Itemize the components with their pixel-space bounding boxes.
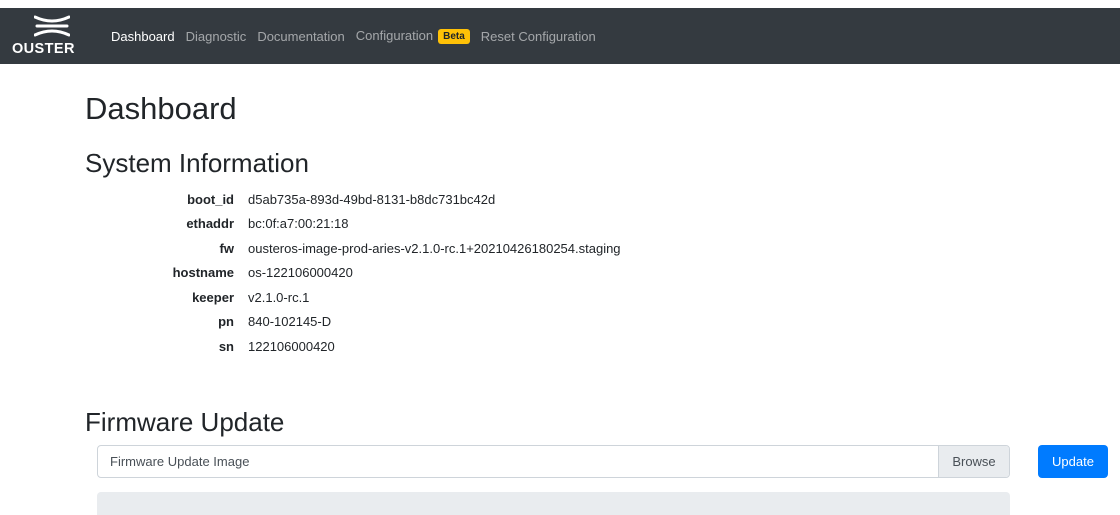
info-value: d5ab735a-893d-49bd-8131-b8dc731bc42d xyxy=(248,191,496,207)
table-row: sn 122106000420 xyxy=(150,334,621,359)
system-info-title: System Information xyxy=(85,148,309,178)
info-value: 122106000420 xyxy=(248,338,335,354)
logo-wordmark: OUSTER xyxy=(12,41,75,57)
table-row: fw ousteros-image-prod-aries-v2.1.0-rc.1… xyxy=(150,236,621,261)
top-navbar: OUSTER Dashboard Diagnostic Documentatio… xyxy=(0,8,1120,64)
info-value: ousteros-image-prod-aries-v2.1.0-rc.1+20… xyxy=(248,240,621,256)
system-info-table: boot_id d5ab735a-893d-49bd-8131-b8dc731b… xyxy=(150,187,621,359)
info-key: keeper xyxy=(192,289,234,305)
nav-dashboard[interactable]: Dashboard xyxy=(111,29,175,44)
info-key: sn xyxy=(218,338,234,354)
nav-menu: Dashboard Diagnostic Documentation Confi… xyxy=(111,8,607,64)
info-value: os-122106000420 xyxy=(248,265,353,281)
info-key: pn xyxy=(218,314,234,330)
firmware-file-input[interactable]: Firmware Update Image Browse xyxy=(97,445,1010,478)
ouster-logo[interactable]: OUSTER xyxy=(12,12,92,60)
info-value: 840-102145-D xyxy=(248,314,332,330)
nav-configuration-label: Configuration xyxy=(355,28,434,43)
nav-reset-configuration[interactable]: Reset Configuration xyxy=(481,29,596,44)
info-value: v2.1.0-rc.1 xyxy=(248,289,310,305)
nav-diagnostic[interactable]: Diagnostic xyxy=(186,29,247,44)
update-progress-area xyxy=(97,492,1010,515)
table-row: boot_id d5ab735a-893d-49bd-8131-b8dc731b… xyxy=(150,187,621,212)
table-row: keeper v2.1.0-rc.1 xyxy=(150,285,621,310)
file-input-label: Firmware Update Image xyxy=(110,454,250,469)
table-row: hostname os-122106000420 xyxy=(150,261,621,286)
firmware-update-title: Firmware Update xyxy=(85,407,285,437)
beta-badge: Beta xyxy=(438,29,470,44)
table-row: ethaddr bc:0f:a7:00:21:18 xyxy=(150,212,621,237)
info-value: bc:0f:a7:00:21:18 xyxy=(248,216,349,232)
table-row: pn 840-102145-D xyxy=(150,310,621,335)
info-key: fw xyxy=(219,240,234,256)
browse-button[interactable]: Browse xyxy=(938,446,1009,477)
info-key: boot_id xyxy=(187,191,234,207)
update-button[interactable]: Update xyxy=(1038,445,1108,478)
page-title: Dashboard xyxy=(85,91,237,126)
nav-configuration[interactable]: Configuration Beta xyxy=(356,28,470,44)
nav-documentation[interactable]: Documentation xyxy=(257,29,344,44)
ouster-logo-icon xyxy=(34,15,70,37)
info-key: ethaddr xyxy=(186,216,234,232)
info-key: hostname xyxy=(172,265,234,281)
